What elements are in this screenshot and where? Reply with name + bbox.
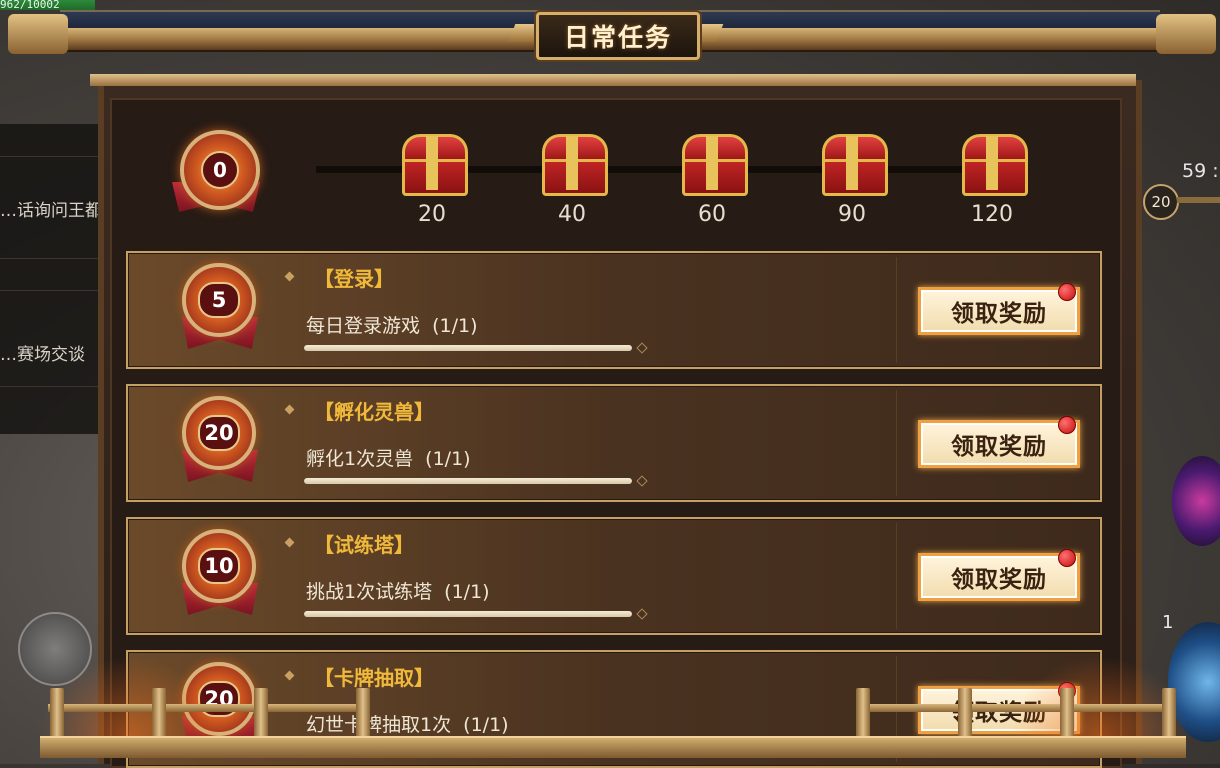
row-divider xyxy=(896,523,897,629)
task-progress-fill xyxy=(304,611,632,617)
chest-threshold-label: 20 xyxy=(418,202,446,227)
reward-chest[interactable] xyxy=(400,132,468,196)
railing-post xyxy=(356,688,370,738)
chest-threshold-label: 40 xyxy=(558,202,586,227)
skill-button[interactable] xyxy=(1172,456,1220,546)
task-progress-fill xyxy=(304,478,632,484)
chest-band xyxy=(846,136,858,190)
diamond-bullet-icon xyxy=(284,670,295,681)
notification-dot-icon xyxy=(1058,283,1076,301)
railing-post xyxy=(152,688,166,738)
task-progress-fill xyxy=(304,345,632,351)
current-points: 0 xyxy=(201,151,239,189)
progress-end-diamond-icon xyxy=(636,342,648,354)
railing-post xyxy=(958,688,972,738)
task-points: 5 xyxy=(198,282,240,318)
chat-divider xyxy=(0,258,100,259)
chest-threshold-label: 120 xyxy=(971,202,1013,227)
badge-medallion: 20 xyxy=(182,396,256,470)
task-title: 【卡牌抽取】 xyxy=(314,666,434,690)
task-progress-bar xyxy=(304,345,632,351)
chest-band xyxy=(706,136,718,190)
title-plaque: 日常任务 xyxy=(536,12,700,60)
hp-bar: 962/10002 xyxy=(0,0,95,10)
chat-divider xyxy=(0,156,100,157)
top-beam-lower xyxy=(90,74,1136,86)
task-row: 10 【试练塔】挑战1次试练塔 (1/1) 领取奖励 xyxy=(126,517,1102,635)
claim-reward-button[interactable]: 领取奖励 xyxy=(918,420,1080,468)
task-points: 20 xyxy=(198,415,240,451)
task-points-badge: 10 xyxy=(176,525,264,623)
page-title: 日常任务 xyxy=(563,23,672,52)
chat-panel[interactable]: …话询问王都情 …赛场交谈 xyxy=(0,124,119,434)
railing-post xyxy=(254,688,268,738)
activity-points-badge: 0 xyxy=(168,122,264,218)
chest-band xyxy=(426,136,438,190)
task-title: 【试练塔】 xyxy=(314,533,414,557)
badge-medallion: 5 xyxy=(182,263,256,337)
badge-medallion: 10 xyxy=(182,529,256,603)
progress-end-diamond-icon xyxy=(636,475,648,487)
railing-post xyxy=(1162,688,1176,738)
task-description: 幻世卡牌抽取1次 (1/1) xyxy=(306,714,509,736)
hp-text: 962/10002 xyxy=(0,0,60,10)
row-divider xyxy=(896,390,897,496)
exp-bar xyxy=(1177,197,1220,203)
row-divider xyxy=(896,257,897,363)
chest-band xyxy=(566,136,578,190)
beam-end-left xyxy=(8,14,68,54)
task-description: 孵化1次灵兽 (1/1) xyxy=(306,448,471,470)
task-title: 【登录】 xyxy=(314,267,394,291)
reward-chest[interactable] xyxy=(960,132,1028,196)
diamond-bullet-icon xyxy=(284,404,295,415)
chest-threshold-label: 90 xyxy=(838,202,866,227)
task-points-badge: 20 xyxy=(176,392,264,490)
task-row: 5 【登录】每日登录游戏 (1/1) 领取奖励 xyxy=(126,251,1102,369)
chest-band xyxy=(986,136,998,190)
chest-threshold-label: 60 xyxy=(698,202,726,227)
beam-end-right xyxy=(1156,14,1216,54)
task-points-badge: 5 xyxy=(176,259,264,357)
reward-chest[interactable] xyxy=(680,132,748,196)
chat-divider xyxy=(0,290,100,291)
railing-post xyxy=(856,688,870,738)
level-text: 20 xyxy=(1151,193,1171,211)
skill-count: 1 xyxy=(1162,612,1174,633)
progress-end-diamond-icon xyxy=(636,608,648,620)
railing-bar-left xyxy=(48,704,368,712)
task-points: 10 xyxy=(198,548,240,584)
task-progress-bar xyxy=(304,611,632,617)
reward-chest[interactable] xyxy=(540,132,608,196)
diamond-bullet-icon xyxy=(284,271,295,282)
chat-divider xyxy=(0,386,100,387)
task-description: 每日登录游戏 (1/1) xyxy=(306,315,478,337)
task-progress-bar xyxy=(304,478,632,484)
task-description: 挑战1次试练塔 (1/1) xyxy=(306,581,490,603)
railing-bar-right xyxy=(856,704,1174,712)
reward-chest[interactable] xyxy=(820,132,888,196)
task-title: 【孵化灵兽】 xyxy=(314,400,434,424)
railing-post xyxy=(50,688,64,738)
chat-line: …赛场交谈 xyxy=(0,345,85,365)
task-row: 20 【孵化灵兽】孵化1次灵兽 (1/1) 领取奖励 xyxy=(126,384,1102,502)
claim-reward-button[interactable]: 领取奖励 xyxy=(918,287,1080,335)
bottom-railing xyxy=(40,736,1186,758)
badge-medallion: 0 xyxy=(180,130,260,210)
level-badge: 20 xyxy=(1143,184,1179,220)
railing-post xyxy=(1060,688,1074,738)
notification-dot-icon xyxy=(1058,416,1076,434)
notification-dot-icon xyxy=(1058,549,1076,567)
claim-reward-button[interactable]: 领取奖励 xyxy=(918,553,1080,601)
timer-text: 59 : xyxy=(1182,160,1219,182)
diamond-bullet-icon xyxy=(284,537,295,548)
